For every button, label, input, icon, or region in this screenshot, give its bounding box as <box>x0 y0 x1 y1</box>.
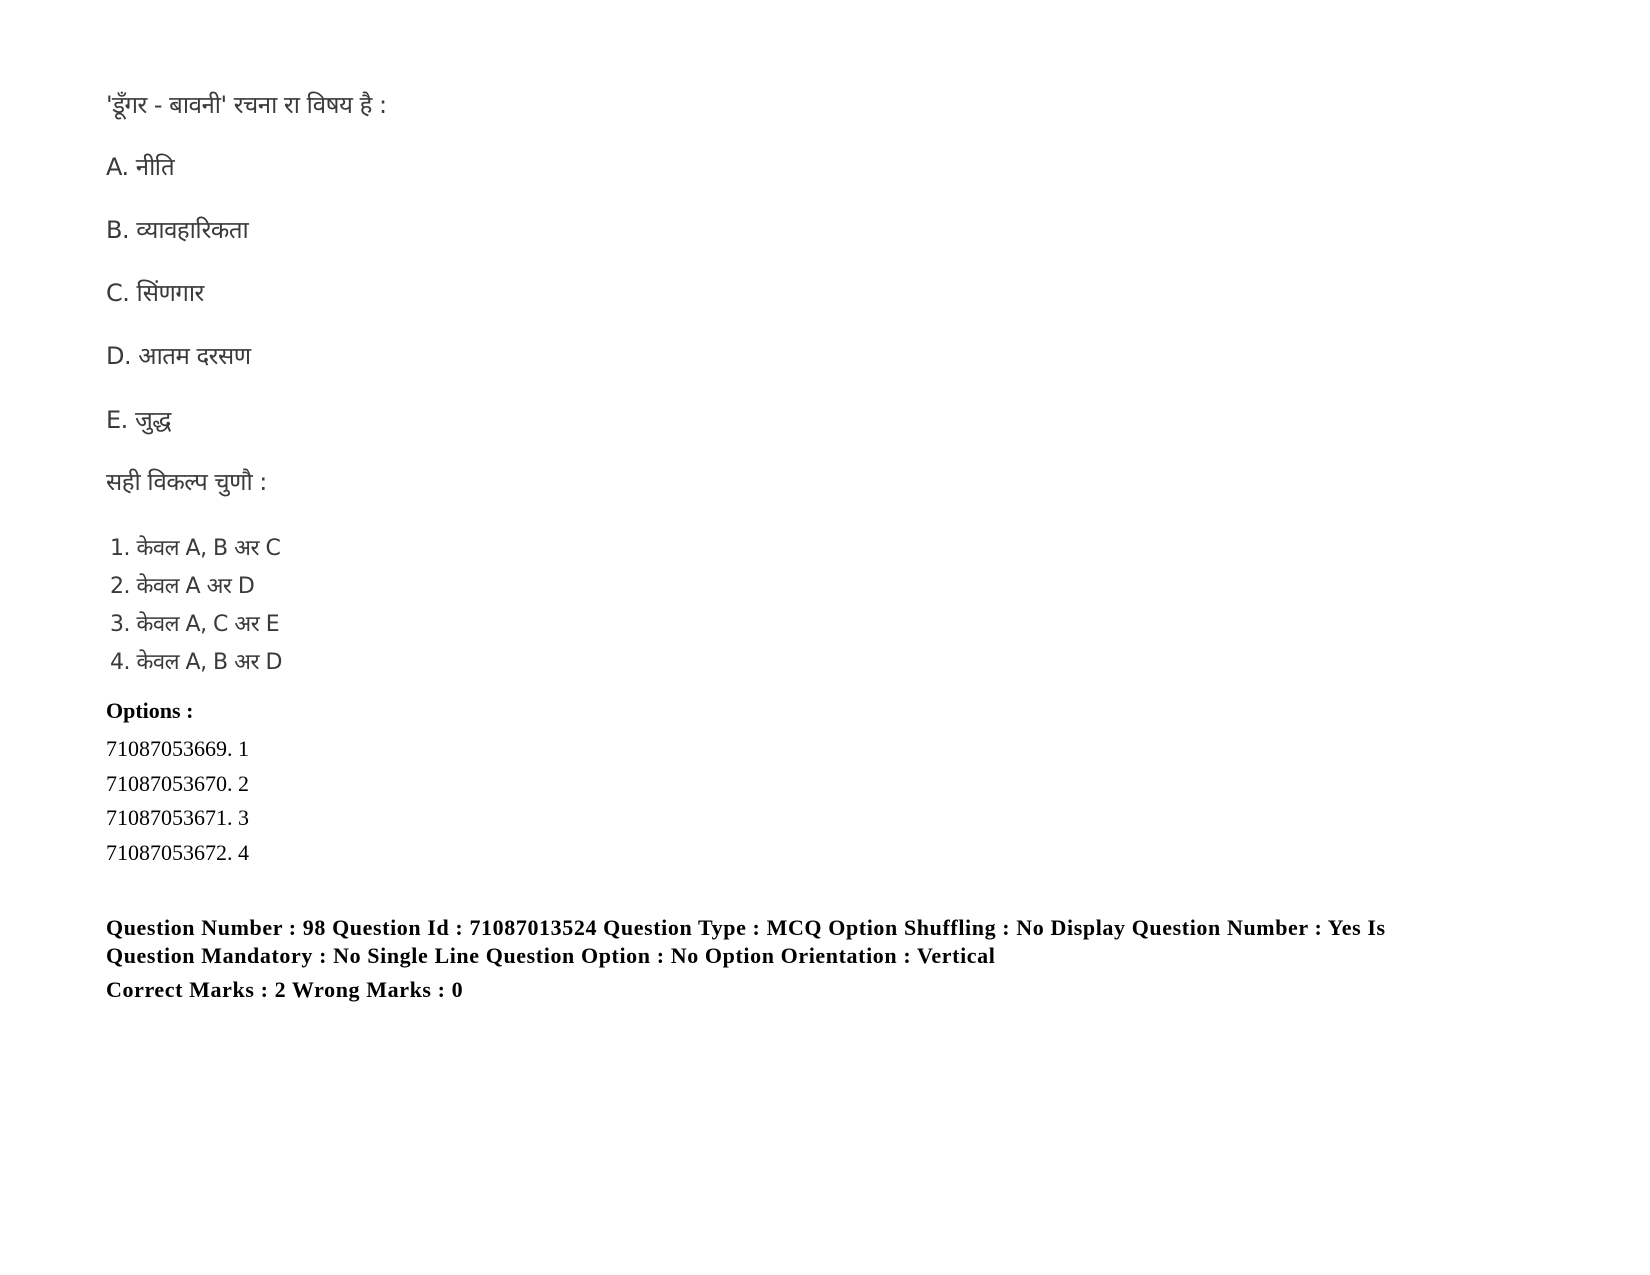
statement-text: जुद्ध <box>134 406 171 434</box>
choice-item: 2. केवल A अर D <box>110 574 255 599</box>
statement-label: A. <box>106 153 129 181</box>
statement-d: D. आतम दरसण <box>106 339 251 372</box>
options-label: Options : <box>106 698 194 723</box>
option-item: 71087053671. 3 <box>106 805 249 830</box>
statement-label: B. <box>106 216 130 244</box>
statement-label: D. <box>106 342 132 370</box>
statement-text: आतम दरसण <box>138 342 251 370</box>
choose-prompt: सही विकल्प चुणौ : <box>106 468 267 496</box>
statement-text: नीति <box>135 153 175 181</box>
statement-a: A. नीति <box>106 150 175 183</box>
marks-info: Correct Marks : 2 Wrong Marks : 0 <box>106 977 464 1002</box>
option-item: 71087053672. 4 <box>106 839 249 865</box>
choice-list: 1. केवल A, B अर C 2. केवल A अर D 3. केवल… <box>110 530 282 682</box>
statement-label: E. <box>106 406 128 434</box>
question-stem: 'डूँगर - बावनी' रचना रा विषय है : <box>106 91 387 119</box>
question-metadata-line-2: Question Mandatory : No Single Line Ques… <box>106 943 996 968</box>
question-page: 'डूँगर - बावनी' रचना रा विषय है : A. नीत… <box>0 0 1650 1275</box>
statement-label: C. <box>106 279 130 307</box>
option-item: 71087053670. 2 <box>106 770 249 796</box>
statement-text: व्यावहारिकता <box>136 216 249 244</box>
choice-item: 4. केवल A, B अर D <box>110 650 282 675</box>
options-list: 71087053669. 1 71087053670. 2 7108705367… <box>106 732 249 870</box>
statement-c: C. सिंणगार <box>106 276 204 309</box>
choice-item: 1. केवल A, B अर C <box>110 536 281 561</box>
statement-b: B. व्यावहारिकता <box>106 213 249 246</box>
statement-e: E. जुद्ध <box>106 403 171 436</box>
question-metadata-line-1: Question Number : 98 Question Id : 71087… <box>106 915 1386 940</box>
choice-item: 3. केवल A, C अर E <box>110 612 280 637</box>
option-item: 71087053669. 1 <box>106 736 249 761</box>
statement-text: सिंणगार <box>136 279 205 307</box>
